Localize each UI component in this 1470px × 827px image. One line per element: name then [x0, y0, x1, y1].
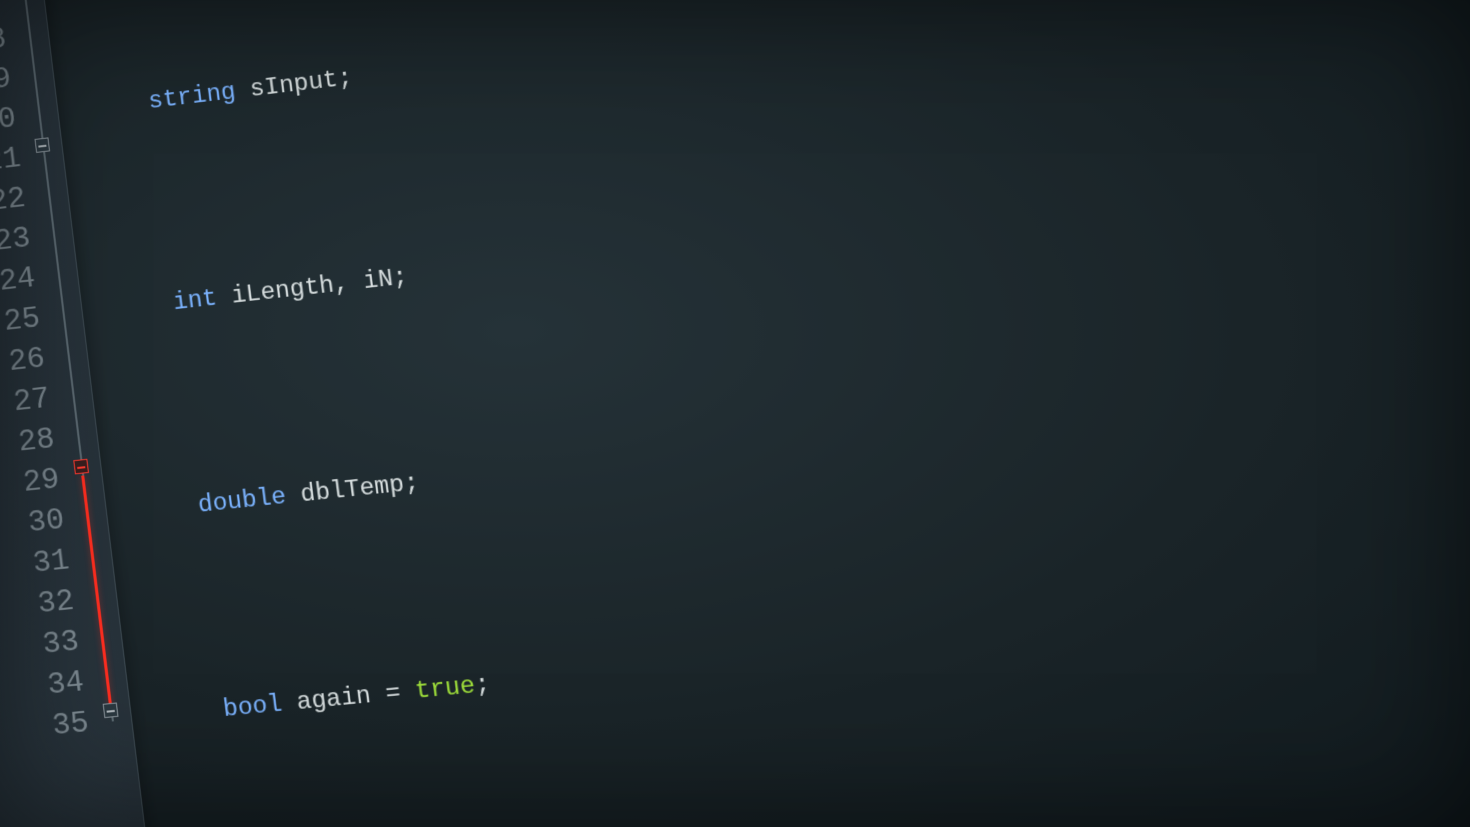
line-number: 21: [0, 139, 23, 183]
punct-semicolon: ;: [402, 470, 420, 499]
code-line[interactable]: int iLength, iN;: [171, 211, 831, 325]
punct-semicolon: ;: [391, 264, 409, 293]
code-line[interactable]: bool again = true;: [221, 627, 888, 731]
operator: =: [369, 678, 417, 710]
line-number: 33: [40, 622, 81, 666]
line-number: 23: [0, 219, 33, 263]
editor-viewport: 16 17 18 19 20 21 22 23 24 25 26 27 28 2…: [0, 0, 1470, 827]
line-number: 24: [0, 259, 38, 303]
punct-comma: ,: [332, 269, 365, 300]
line-number: 22: [0, 179, 28, 223]
line-number: 30: [26, 500, 67, 544]
code-line[interactable]: double dblTemp;: [196, 418, 860, 527]
tilted-editor-surface: 16 17 18 19 20 21 22 23 24 25 26 27 28 2…: [0, 0, 1470, 827]
fold-toggle-error-icon[interactable]: [73, 459, 89, 475]
fold-toggle-icon[interactable]: [103, 702, 119, 718]
keyword-true: true: [414, 673, 477, 707]
line-number: 31: [31, 541, 72, 585]
code-area[interactable]: string sInput; int iLength, iN; double d…: [35, 0, 929, 827]
keyword-type: int: [172, 285, 219, 317]
keyword-type: double: [197, 483, 288, 520]
punct-semicolon: ;: [473, 671, 492, 700]
identifier: dblTemp: [299, 471, 406, 509]
keyword-type: string: [147, 79, 237, 116]
line-number: 20: [0, 99, 18, 143]
identifier: again: [295, 683, 372, 718]
line-number: 29: [21, 460, 62, 504]
line-number: 25: [2, 299, 43, 343]
punct-semicolon: ;: [336, 65, 354, 94]
fold-toggle-icon[interactable]: [34, 137, 50, 153]
line-number: 34: [45, 663, 86, 707]
line-number: 28: [16, 420, 57, 464]
line-number: 18: [0, 20, 9, 64]
line-number: 27: [11, 379, 52, 423]
line-number: 19: [0, 59, 14, 103]
line-number: 32: [36, 581, 77, 625]
line-number: 35: [50, 703, 91, 747]
line-number: 26: [7, 339, 48, 383]
keyword-type: bool: [222, 691, 284, 724]
code-line[interactable]: string sInput;: [146, 5, 803, 123]
identifier: iN: [362, 266, 395, 297]
identifier: iLength: [230, 272, 336, 311]
identifier: sInput: [248, 67, 339, 105]
